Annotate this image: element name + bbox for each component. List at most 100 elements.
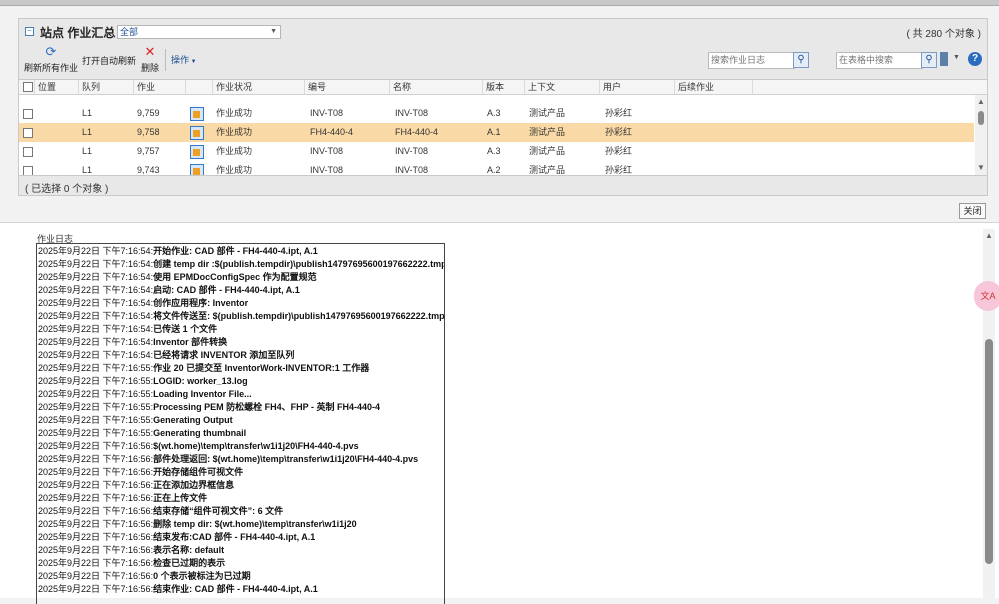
context-cell: 测试产品 (529, 127, 566, 137)
log-timestamp: 2025年9月22日 下午7:16:54: (38, 324, 154, 334)
table-scrollbar-thumb[interactable] (978, 111, 984, 125)
search-table-input[interactable] (836, 52, 923, 69)
refresh-icon: ⟳ (45, 44, 57, 59)
status-cell: 作业成功 (216, 165, 253, 175)
table-row[interactable]: L1 9,743 作业成功 INV-T08 INV-T08 A.2 测试产品 孙… (19, 161, 974, 175)
search-log-button[interactable]: ⚲ (793, 52, 809, 68)
log-line: 2025年9月22日 下午7:16:56:正在添加边界框信息 (38, 479, 234, 492)
column-header-user[interactable]: 用户 (600, 80, 675, 94)
translate-assistant-icon[interactable]: 文A (974, 281, 999, 311)
queue-cell: L1 (82, 108, 93, 118)
log-line: 2025年9月22日 下午7:16:54:已经将请求 INVENTOR 添加至队… (38, 349, 294, 362)
job-status-icon[interactable] (190, 145, 204, 159)
column-header-next-job[interactable]: 后续作业 (675, 80, 753, 94)
auto-refresh-button[interactable]: 打开自动刷新 (81, 54, 137, 67)
column-header-name[interactable]: 名称 (390, 80, 483, 94)
toolbar-divider (165, 49, 166, 71)
log-timestamp: 2025年9月22日 下午7:16:55: (38, 376, 154, 386)
select-all-checkbox[interactable] (23, 82, 33, 92)
scroll-up-icon[interactable]: ▲ (977, 97, 985, 106)
log-line: 2025年9月22日 下午7:16:54:开始作业: CAD 部件 - FH4-… (38, 245, 318, 258)
log-line: 2025年9月22日 下午7:16:54:创作应用程序: Inventor (38, 297, 248, 310)
log-timestamp: 2025年9月22日 下午7:16:55: (38, 428, 154, 438)
search-table-button[interactable]: ⚲ (921, 52, 937, 68)
collapse-icon[interactable]: − (25, 27, 34, 36)
log-line: 2025年9月22日 下午7:16:55:Generating Output (38, 414, 233, 427)
selected-count: ( 已选择 0 个对象 ) (25, 184, 109, 195)
view-select[interactable]: 全部 ▼ (117, 25, 281, 39)
job-log-box: 2025年9月22日 下午7:16:54:开始作业: CAD 部件 - FH4-… (36, 243, 445, 604)
panel-title: 站点 作业汇总 (40, 26, 116, 40)
search-log-input[interactable] (708, 52, 795, 69)
table-row-selected[interactable]: L1 9,758 作业成功 FH4-440-4 FH4-440-4 A.1 测试… (19, 123, 974, 142)
column-header-status[interactable]: 作业状况 (213, 80, 305, 94)
queue-cell: L1 (82, 127, 93, 137)
job-cell: 9,759 (137, 108, 160, 118)
close-button[interactable]: 关闭 (959, 203, 986, 219)
context-cell: 测试产品 (529, 165, 566, 175)
top-frame-bar (0, 0, 999, 6)
log-message: 使用 EPMDocConfigSpec 作为配置规范 (153, 272, 317, 282)
column-header-number[interactable]: 编号 (305, 80, 390, 94)
scroll-down-icon[interactable]: ▼ (977, 163, 985, 172)
scroll-up-icon[interactable]: ▲ (985, 231, 993, 240)
log-timestamp: 2025年9月22日 下午7:16:56: (38, 467, 154, 477)
log-timestamp: 2025年9月22日 下午7:16:54: (38, 285, 154, 295)
number-cell: FH4-440-4 (310, 127, 354, 137)
log-message: 创建 temp dir :$(publish.tempdir)\publish1… (153, 259, 445, 269)
log-line: 2025年9月22日 下午7:16:56:结束发布:CAD 部件 - FH4-4… (38, 531, 315, 544)
job-summary-panel: − 站点 作业汇总 全部 ▼ ( 共 280 个对象 ) ⟳ 刷新所有作业 打开… (18, 18, 988, 196)
job-status-icon[interactable] (190, 126, 204, 140)
column-header-status-icon[interactable] (186, 80, 213, 94)
column-header-position[interactable]: 位置 (35, 80, 79, 94)
log-line: 2025年9月22日 下午7:16:56:结束作业: CAD 部件 - FH4-… (38, 583, 318, 596)
column-header-queue[interactable]: 队列 (79, 80, 134, 94)
job-status-icon[interactable] (190, 107, 204, 121)
log-timestamp: 2025年9月22日 下午7:16:54: (38, 246, 154, 256)
row-checkbox[interactable] (23, 147, 33, 157)
column-header-version[interactable]: 版本 (483, 80, 525, 94)
column-header-context[interactable]: 上下文 (525, 80, 600, 94)
log-line: 2025年9月22日 下午7:16:56:表示名称: default (38, 544, 224, 557)
table-row[interactable]: L1 9,757 作业成功 INV-T08 INV-T08 A.3 测试产品 孙… (19, 142, 974, 161)
log-line: 2025年9月22日 下午7:16:54:创建 temp dir :$(publ… (38, 258, 445, 271)
log-message: 检查已过期的表示 (153, 558, 226, 568)
help-icon[interactable]: ? (968, 52, 982, 66)
log-timestamp: 2025年9月22日 下午7:16:54: (38, 350, 154, 360)
log-timestamp: 2025年9月22日 下午7:16:56: (38, 441, 154, 451)
delete-button[interactable]: ✕ 删除 (139, 45, 161, 74)
refresh-all-button[interactable]: ⟳ 刷新所有作业 (23, 45, 79, 74)
status-cell: 作业成功 (216, 108, 253, 118)
log-message: Processing PEM 防松螺栓 FH4、FHP - 英制 FH4-440… (153, 402, 380, 412)
row-checkbox[interactable] (23, 128, 33, 138)
log-timestamp: 2025年9月22日 下午7:16:55: (38, 363, 154, 373)
log-line: 2025年9月22日 下午7:16:54:使用 EPMDocConfigSpec… (38, 271, 317, 284)
row-checkbox[interactable] (23, 166, 33, 175)
name-cell: INV-T08 (395, 108, 429, 118)
row-checkbox[interactable] (23, 109, 33, 119)
log-message: 结束发布:CAD 部件 - FH4-440-4.ipt, A.1 (153, 532, 316, 542)
job-status-icon[interactable] (190, 164, 204, 175)
page-scrollbar-thumb[interactable] (985, 339, 993, 564)
table-scrollbar[interactable]: ▲ ▼ (975, 95, 987, 175)
search-icon: ⚲ (797, 54, 805, 65)
object-count: ( 共 280 个对象 ) (906, 29, 981, 40)
chevron-down-icon[interactable]: ▼ (953, 54, 960, 61)
user-cell: 孙彩红 (605, 165, 633, 175)
column-header-job[interactable]: 作业 (134, 80, 186, 94)
search-icon: ⚲ (925, 54, 933, 65)
user-cell: 孙彩红 (605, 108, 633, 118)
log-message: Inventor 部件转换 (153, 337, 228, 347)
chevron-down-icon: ▼ (270, 28, 277, 35)
log-message: 正在添加边界框信息 (153, 480, 235, 490)
log-line: 2025年9月22日 下午7:16:56:正在上传文件 (38, 492, 207, 505)
log-line: 2025年9月22日 下午7:16:55:Processing PEM 防松螺栓… (38, 401, 380, 414)
number-cell: INV-T08 (310, 165, 344, 175)
job-cell: 9,743 (137, 165, 160, 175)
log-line: 2025年9月22日 下午7:16:55:LOGID: worker_13.lo… (38, 375, 248, 388)
log-line: 2025年9月22日 下午7:16:56:$(wt.home)\temp\tra… (38, 440, 359, 453)
context-cell: 测试产品 (529, 108, 566, 118)
operations-menu[interactable]: 操作 ▼ (171, 53, 197, 66)
column-chooser-icon[interactable] (940, 52, 948, 66)
table-row[interactable]: L1 9,759 作业成功 INV-T08 INV-T08 A.3 测试产品 孙… (19, 104, 974, 123)
